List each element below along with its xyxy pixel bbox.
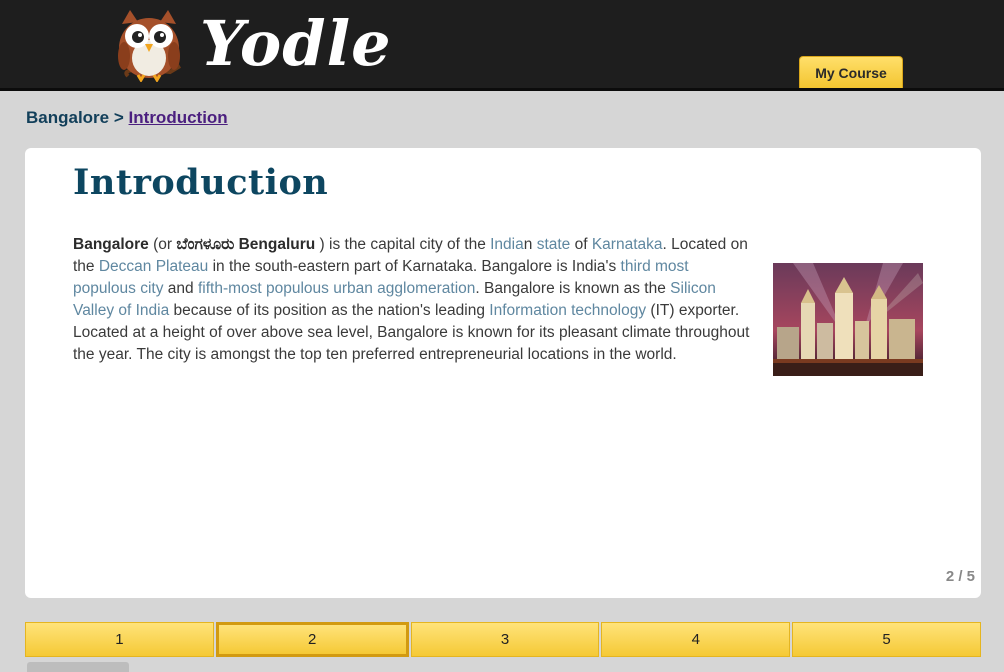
- top-header: Yodle My Course: [0, 0, 1004, 91]
- breadcrumb-separator: >: [113, 108, 124, 127]
- link-karnataka[interactable]: Karnataka: [592, 236, 663, 253]
- link-india[interactable]: India: [490, 236, 524, 253]
- body-text: (or: [148, 236, 177, 253]
- page-indicator: 2 / 5: [945, 568, 975, 585]
- breadcrumb: Bangalore > Introduction: [26, 108, 228, 128]
- page-button-2[interactable]: 2: [215, 622, 409, 657]
- article-body: Bangalore (or ಬೆಂಗಳೂರು Bengaluru ) is th…: [73, 234, 753, 366]
- page-button-5[interactable]: 5: [792, 622, 981, 657]
- term-bengaluru: Bengaluru: [234, 236, 316, 253]
- content-card: Introduction Bangalore (or ಬೆಂಗಳೂರು Beng…: [25, 148, 981, 598]
- my-course-button[interactable]: My Course: [799, 56, 903, 88]
- owl-logo-icon: [118, 10, 182, 82]
- page-button-3[interactable]: 3: [410, 622, 600, 657]
- page-button-4[interactable]: 4: [601, 622, 791, 657]
- body-text: . Bangalore is known as the: [475, 280, 671, 297]
- page-navigation: 1 2 3 4 5: [25, 622, 981, 659]
- page-title: Introduction: [73, 162, 329, 203]
- body-text: and: [163, 280, 198, 297]
- term-bangalore: Bangalore: [73, 236, 149, 253]
- link-information-technology[interactable]: Information technology: [489, 302, 646, 319]
- breadcrumb-parent: Bangalore: [26, 108, 110, 127]
- breadcrumb-current-link[interactable]: Introduction: [129, 108, 228, 127]
- body-text: of: [570, 236, 592, 253]
- link-state[interactable]: state: [537, 236, 571, 253]
- page-button-1[interactable]: 1: [25, 622, 214, 657]
- bottom-tab[interactable]: [27, 662, 129, 672]
- link-urban-agglomeration[interactable]: fifth-most populous urban agglomeration: [198, 280, 475, 297]
- link-deccan-plateau[interactable]: Deccan Plateau: [99, 258, 208, 275]
- body-text: in the south-eastern part of Karnataka. …: [208, 258, 621, 275]
- city-skyline-image: [773, 263, 923, 376]
- term-kannada: ಬೆಂಗಳೂರು: [176, 236, 235, 253]
- body-text: ) is the capital city of the: [315, 236, 491, 253]
- skyline-illustration: [773, 263, 923, 376]
- logo-text: Yodle: [200, 7, 392, 80]
- body-text: n: [523, 236, 537, 253]
- body-text: because of its position as the nation's …: [169, 302, 490, 319]
